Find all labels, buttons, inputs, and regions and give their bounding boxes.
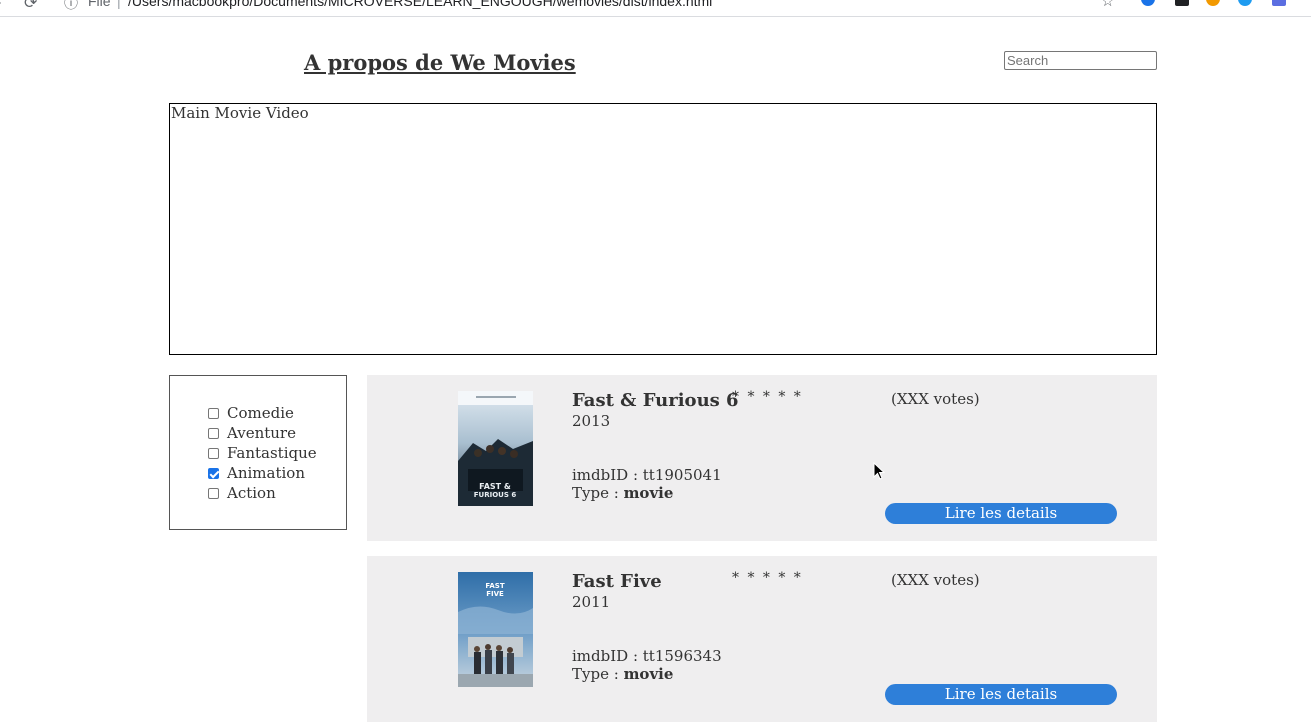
vote-count: (XXX votes) [891, 571, 980, 589]
extension-icon[interactable] [1141, 0, 1155, 6]
filter-fantastique[interactable]: Fantastique [208, 444, 317, 462]
rating-stars: * * * * * [732, 389, 803, 405]
browser-toolbar: › ⟳ ⓘ File | /Users/macbookpro/Documents… [0, 0, 1311, 17]
filter-label: Comedie [227, 404, 294, 422]
filter-label: Animation [227, 464, 305, 482]
imdb-id: imdbID : tt1905041 [572, 466, 722, 484]
movie-type: Type : movie [572, 484, 673, 502]
info-icon[interactable]: ⓘ [64, 0, 78, 13]
read-details-button[interactable]: Lire les details [885, 503, 1117, 524]
rating-stars: * * * * * [732, 570, 803, 586]
bookmark-star-icon[interactable]: ☆ [1101, 0, 1114, 10]
type-value: movie [623, 665, 674, 683]
svg-text:FAST: FAST [485, 582, 504, 590]
reload-icon[interactable]: ⟳ [24, 0, 37, 13]
checkbox-checked[interactable] [208, 467, 219, 479]
type-value: movie [623, 484, 674, 502]
genre-filter-panel: Comedie Aventure Fantastique Animation A… [169, 375, 347, 530]
movie-card: FAST & FURIOUS 6 Fast & Furious 6 2013 *… [367, 375, 1157, 541]
movie-card: FAST FIVE Fast Five 2011 * * * * * (XXX … [367, 556, 1157, 722]
movie-poster: FAST FIVE [458, 572, 533, 687]
svg-text:FURIOUS 6: FURIOUS 6 [474, 491, 517, 499]
checkbox[interactable] [208, 407, 219, 419]
extension-icon[interactable] [1238, 0, 1252, 6]
movie-title: Fast Five [572, 571, 662, 592]
address-separator: | [117, 0, 121, 9]
movie-poster: FAST & FURIOUS 6 [458, 391, 533, 506]
extension-icon[interactable] [1272, 0, 1286, 6]
movie-type: Type : movie [572, 665, 673, 683]
movie-year: 2011 [572, 593, 611, 611]
main-video-player[interactable]: Main Movie Video [169, 103, 1157, 355]
svg-text:FIVE: FIVE [486, 590, 504, 598]
address-bar[interactable]: /Users/macbookpro/Documents/MICROVERSE/L… [128, 0, 712, 9]
filter-label: Fantastique [227, 444, 317, 462]
extension-icon[interactable] [1206, 0, 1220, 6]
checkbox[interactable] [208, 487, 219, 499]
svg-text:FAST &: FAST & [479, 482, 511, 491]
filter-aventure[interactable]: Aventure [208, 424, 296, 442]
file-scheme-label: File [88, 0, 111, 9]
checkbox[interactable] [208, 427, 219, 439]
movie-title: Fast & Furious 6 [572, 390, 739, 411]
search-input[interactable] [1004, 51, 1157, 70]
read-details-button[interactable]: Lire les details [885, 684, 1117, 705]
mouse-cursor-icon [873, 462, 885, 480]
type-label: Type : [572, 665, 624, 683]
filter-label: Aventure [227, 424, 296, 442]
vote-count: (XXX votes) [891, 390, 980, 408]
forward-arrow-icon[interactable]: › [0, 0, 1, 12]
filter-label: Action [227, 484, 276, 502]
checkbox[interactable] [208, 447, 219, 459]
video-label: Main Movie Video [171, 104, 309, 122]
filter-action[interactable]: Action [208, 484, 276, 502]
imdb-id: imdbID : tt1596343 [572, 647, 722, 665]
filter-animation[interactable]: Animation [208, 464, 305, 482]
about-link[interactable]: A propos de We Movies [304, 50, 576, 75]
movie-year: 2013 [572, 412, 611, 430]
extension-icon[interactable] [1175, 0, 1189, 6]
filter-comedie[interactable]: Comedie [208, 404, 294, 422]
type-label: Type : [572, 484, 624, 502]
